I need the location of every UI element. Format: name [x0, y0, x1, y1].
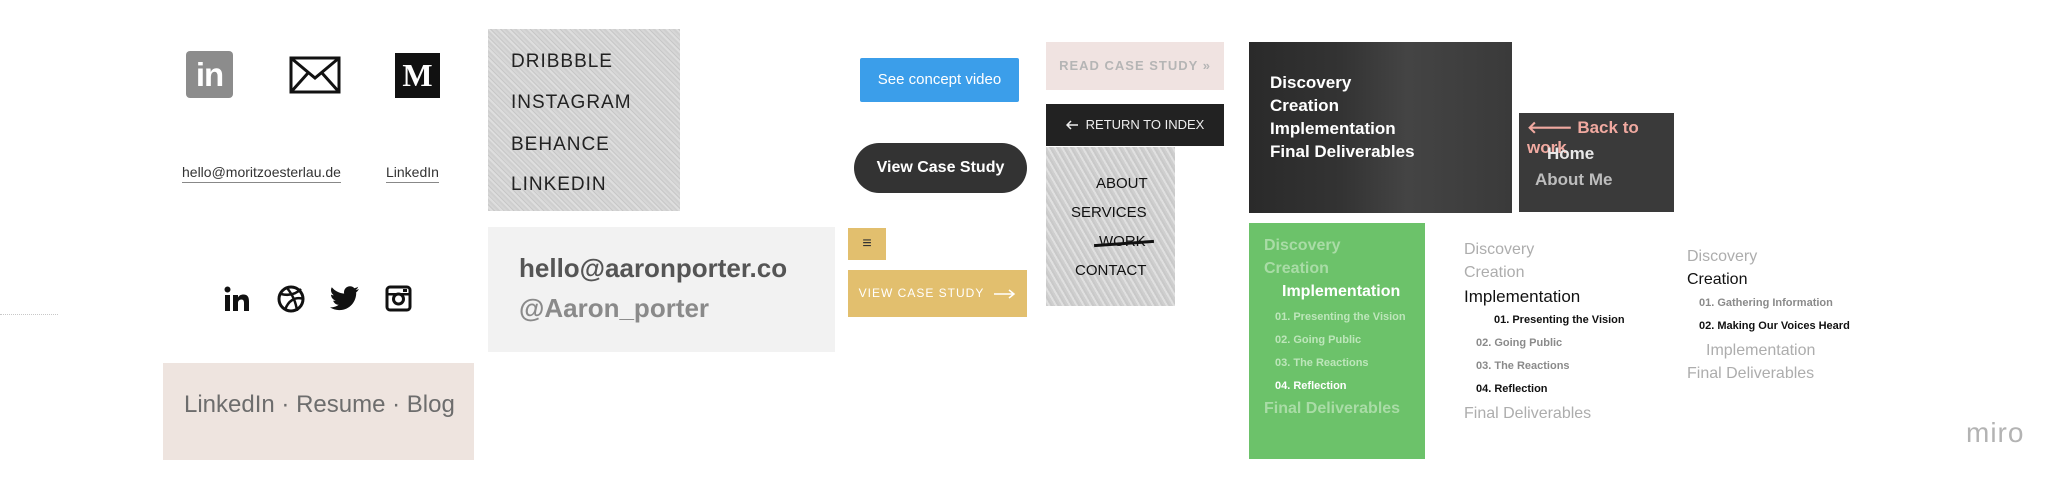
linkedin-link[interactable]: LinkedIn — [386, 164, 439, 183]
sub-item[interactable]: 01. Gathering Information — [1699, 297, 1833, 309]
photo-nav-card: Discovery Creation Implementation Final … — [1249, 42, 1512, 213]
menu-item-behance[interactable]: BEHANCE — [511, 134, 610, 156]
linkedin-icon[interactable]: in — [186, 51, 233, 98]
nav-final-deliverables[interactable]: Final Deliverables — [1687, 365, 1814, 383]
site-menu: ABOUT SERVICES WORK CONTACT — [1046, 147, 1175, 306]
hamburger-icon[interactable]: ≡ — [848, 228, 886, 260]
nav-implementation[interactable]: Implementation — [1282, 283, 1400, 301]
contact-card: hello@aaronporter.co @Aaron_porter — [488, 227, 835, 352]
sub-item[interactable]: 02. Going Public — [1476, 337, 1562, 349]
nav-final-deliverables[interactable]: Final Deliverables — [1270, 142, 1415, 162]
linkedin-icon[interactable] — [219, 281, 254, 316]
nav-creation[interactable]: Creation — [1264, 260, 1329, 278]
nav-discovery[interactable]: Discovery — [1464, 241, 1534, 259]
medium-icon[interactable]: M — [395, 53, 440, 98]
return-to-index-button[interactable]: RETURN TO INDEX — [1046, 104, 1224, 146]
nav-final-deliverables[interactable]: Final Deliverables — [1464, 405, 1591, 423]
arrow-right-icon — [994, 288, 1016, 299]
dribbble-icon[interactable] — [273, 281, 308, 316]
contact-email[interactable]: hello@aaronporter.co — [519, 253, 787, 284]
button-label: VIEW CASE STUDY — [858, 286, 985, 300]
nav-creation[interactable]: Creation — [1464, 264, 1524, 282]
menu-item-services[interactable]: SERVICES — [1071, 204, 1147, 221]
divider — [0, 314, 58, 315]
sub-item[interactable]: 03. The Reactions — [1476, 360, 1570, 372]
sub-item-active[interactable]: 04. Reflection — [1275, 380, 1347, 392]
sub-item[interactable]: 03. The Reactions — [1275, 357, 1369, 369]
beige-links[interactable]: LinkedIn · Resume · Blog — [184, 391, 455, 419]
sub-item[interactable]: 02. Making Our Voices Heard — [1699, 320, 1850, 332]
sub-item[interactable]: 04. Reflection — [1476, 383, 1548, 395]
home-link[interactable]: Home — [1547, 144, 1594, 164]
green-nav-card: Discovery Creation Implementation 01. Pr… — [1249, 223, 1425, 459]
back-nav-card: 🡐 Back to work Home About Me — [1519, 113, 1674, 212]
mail-icon[interactable] — [289, 56, 341, 94]
twitter-icon[interactable] — [327, 281, 362, 316]
nav-discovery[interactable]: Discovery — [1264, 237, 1341, 255]
menu-item-instagram[interactable]: INSTAGRAM — [511, 92, 632, 114]
nav-implementation[interactable]: Implementation — [1270, 119, 1396, 139]
nav-creation[interactable]: Creation — [1270, 96, 1339, 116]
nav-final-deliverables[interactable]: Final Deliverables — [1264, 400, 1400, 418]
sub-item[interactable]: 01. Presenting the Vision — [1494, 314, 1625, 326]
read-case-study-button[interactable]: READ CASE STUDY » — [1046, 42, 1224, 90]
sub-item[interactable]: 02. Going Public — [1275, 334, 1361, 346]
about-me-link[interactable]: About Me — [1535, 170, 1612, 190]
menu-item-contact[interactable]: CONTACT — [1075, 262, 1146, 279]
view-case-study-button[interactable]: View Case Study — [854, 143, 1027, 193]
nav-discovery[interactable]: Discovery — [1687, 248, 1757, 266]
social-menu: DRIBBBLE INSTAGRAM BEHANCE LINKEDIN — [488, 29, 680, 211]
contact-handle[interactable]: @Aaron_porter — [519, 293, 709, 324]
menu-item-about[interactable]: ABOUT — [1096, 175, 1148, 192]
social-icons — [219, 281, 416, 316]
email-link[interactable]: hello@moritzoesterlau.de — [182, 164, 341, 183]
instagram-icon[interactable] — [381, 281, 416, 316]
nav-implementation[interactable]: Implementation — [1706, 342, 1815, 360]
menu-item-linkedin[interactable]: LINKEDIN — [511, 174, 607, 196]
sub-item[interactable]: 01. Presenting the Vision — [1275, 311, 1406, 323]
arrow-left-icon: 🡐 — [1527, 118, 1573, 137]
menu-item-dribbble[interactable]: DRIBBBLE — [511, 51, 613, 73]
nav-creation[interactable]: Creation — [1687, 271, 1747, 289]
nav-implementation[interactable]: Implementation — [1464, 287, 1580, 307]
button-label: RETURN TO INDEX — [1085, 117, 1205, 132]
view-case-study-caps-button[interactable]: VIEW CASE STUDY — [848, 270, 1027, 317]
arrow-left-icon — [1065, 120, 1078, 130]
concept-video-button[interactable]: See concept video — [860, 58, 1019, 102]
nav-discovery[interactable]: Discovery — [1270, 73, 1351, 93]
miro-logo: miro — [1966, 417, 2025, 448]
